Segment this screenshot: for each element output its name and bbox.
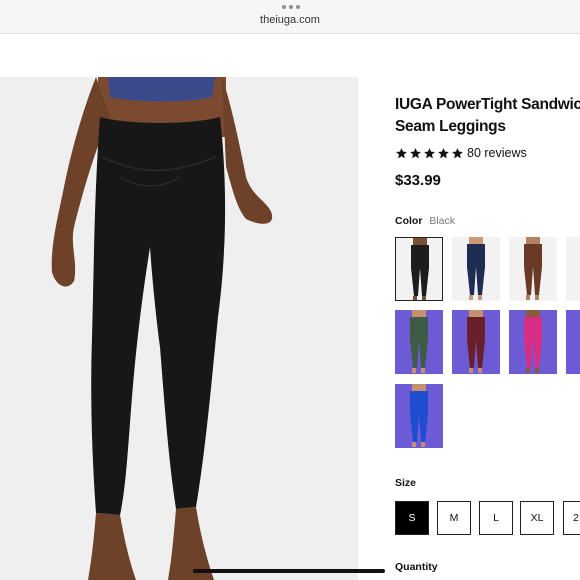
- swatch-thumbnail: [452, 237, 500, 301]
- reviews-link[interactable]: 80 reviews: [467, 146, 527, 160]
- swatch-thumbnail: [509, 237, 557, 301]
- swatch-thumbnail: [566, 310, 580, 374]
- star-icon: [452, 147, 463, 158]
- star-icon: [410, 147, 421, 158]
- swatch-thumbnail: [395, 310, 443, 374]
- rating-stars: [395, 147, 464, 160]
- product-price: $33.99: [395, 172, 441, 189]
- product-rating[interactable]: 80 reviews: [395, 146, 527, 160]
- quantity-label: Quantity: [395, 561, 438, 573]
- browser-toolbar: theiuga.com: [0, 0, 580, 34]
- star-icon: [396, 147, 407, 158]
- more-dots-icon[interactable]: [282, 5, 300, 9]
- swatch-thumbnail: [566, 237, 580, 301]
- color-swatch-wine[interactable]: [452, 310, 500, 374]
- color-selector-label: Color Black: [395, 215, 455, 227]
- url-display[interactable]: theiuga.com: [0, 14, 580, 26]
- size-option-m[interactable]: M: [437, 501, 471, 535]
- swatch-thumbnail: [395, 384, 443, 448]
- size-label: Size: [395, 477, 417, 489]
- star-icon: [438, 147, 449, 158]
- color-swatch-brown[interactable]: [509, 237, 557, 301]
- size-option-xl[interactable]: XL: [520, 501, 554, 535]
- color-swatch-royal-blue[interactable]: [395, 384, 443, 448]
- swatch-thumbnail: [396, 238, 442, 300]
- size-option-l[interactable]: L: [479, 501, 513, 535]
- size-option-2[interactable]: 2: [563, 501, 580, 535]
- product-title: IUGA PowerTight Sandwich Seam Leggings: [395, 96, 580, 135]
- swatch-thumbnail: [509, 310, 557, 374]
- home-indicator[interactable]: [193, 569, 385, 573]
- color-swatch-black[interactable]: [395, 237, 443, 301]
- product-image[interactable]: [0, 77, 358, 580]
- swatch-thumbnail: [452, 310, 500, 374]
- size-option-s[interactable]: S: [395, 501, 429, 535]
- color-swatch-green[interactable]: [395, 310, 443, 374]
- color-swatch-navy[interactable]: [452, 237, 500, 301]
- color-swatch-pink[interactable]: [509, 310, 557, 374]
- selected-color: Black: [429, 215, 456, 227]
- color-swatch-more[interactable]: [566, 237, 580, 301]
- color-swatch-more-2[interactable]: [566, 310, 580, 374]
- color-label: Color: [395, 215, 423, 227]
- star-icon: [424, 147, 435, 158]
